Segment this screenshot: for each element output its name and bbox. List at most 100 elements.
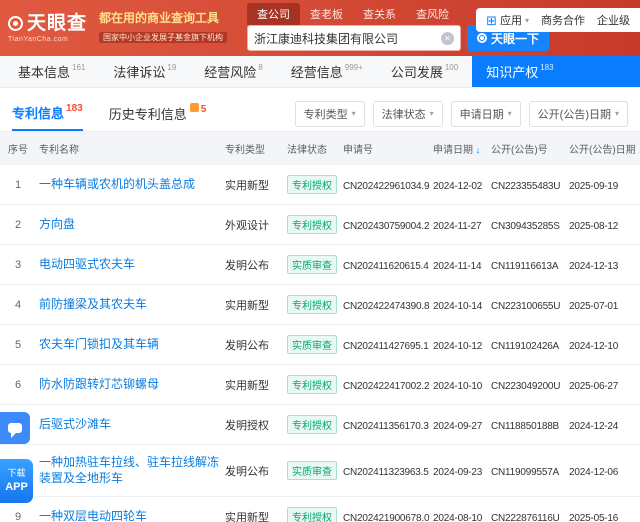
cell-pub_date: 2025-08-12 [566,205,640,245]
nav-tab-operation-info[interactable]: 经营信息 999+ [277,56,377,87]
patent-name-link[interactable]: 农夫车门锁扣及其车辆 [39,337,159,353]
cell-app_no: CN202422961034.9 [340,165,430,205]
cell-app_date: 2024-10-10 [430,365,488,405]
patent-table: 序号 专利名称 专利类型 法律状态 申请号 申请日期 ↓ 公开(公告)号 公开(… [0,132,640,522]
patent-type: 发明公布 [225,466,269,478]
application-number: CN202422474390.8 [343,301,429,312]
patent-name-link[interactable]: 防水防跟转灯芯铆螺母 [39,377,159,393]
cell-app_date: 2024-10-14 [430,285,488,325]
patent-type: 实用新型 [225,380,269,392]
cell-type: 发明授权 [222,405,284,445]
customer-service-widget[interactable] [0,412,30,444]
cell-type: 实用新型 [222,497,284,522]
tianyancha-logo[interactable]: 天眼查 TianYanCha.com [8,14,87,43]
legal-status-badge: 专利授权 [287,175,337,194]
search-box: ✕ [247,25,461,51]
cell-name: 防水防跟转灯芯铆螺母 [36,365,222,405]
application-number: CN202430759004.2 [343,221,429,232]
cell-app_no: CN202421900678.0 [340,497,430,522]
nav-tab-legal-litigation[interactable]: 法律诉讼 19 [99,56,190,87]
slogan-line1: 都在用的商业查询工具 [99,11,227,25]
header-publication-number: 公开(公告)号 [488,132,566,165]
search-tab-company[interactable]: 查公司 [247,3,300,25]
chevron-down-icon: ▾ [352,109,356,118]
header-seq: 序号 [0,132,36,165]
business-cooperation-link[interactable]: 商务合作 [541,12,585,28]
chat-icon [8,423,22,433]
tab-patent-info[interactable]: 专利信息 183 [12,96,83,131]
header-right-panel: ⊞ 应用 ▾ 商务合作 企业级 [476,8,640,32]
enterprise-link[interactable]: 企业级 [597,12,630,28]
chevron-down-icon: ▾ [508,109,512,118]
app-download-widget[interactable]: 下载 APP [0,458,34,504]
chevron-down-icon: ▾ [615,109,619,118]
cell-type: 发明公布 [222,245,284,285]
row-seq: 2 [15,219,21,231]
search-input[interactable] [254,31,441,45]
table-row: 6防水防跟转灯芯铆螺母实用新型专利授权CN202422417002.22024-… [0,365,640,405]
cell-name: 一种加热驻车拉线、驻车拉线解冻装置及全地形车 [36,445,222,497]
cell-seq: 1 [0,165,36,205]
nav-tab-basic-info[interactable]: 基本信息 161 [4,56,99,87]
cell-type: 实用新型 [222,285,284,325]
row-seq: 6 [15,379,21,391]
filter-patent-type[interactable]: 专利类型 ▾ [295,101,365,127]
patent-name-link[interactable]: 后驱式沙滩车 [39,417,111,433]
filter-publication-date[interactable]: 公开(公告)日期 ▾ [529,101,628,127]
cell-name: 农夫车门锁扣及其车辆 [36,325,222,365]
patent-type: 发明公布 [225,340,269,352]
filter-application-date[interactable]: 申请日期 ▾ [451,101,521,127]
search-tab-relation[interactable]: 查关系 [353,3,406,25]
patent-name-link[interactable]: 一种车辆或农机的机头盖总成 [39,177,195,193]
app-download-label: 下载 [7,468,25,480]
legal-status-badge: 专利授权 [287,215,337,234]
publication-number: CN119099557A [491,467,559,478]
cell-name: 电动四驱式农夫车 [36,245,222,285]
search-tab-boss[interactable]: 查老板 [300,3,353,25]
table-row: 3电动四驱式农夫车发明公布实质审查CN202411620615.42024-11… [0,245,640,285]
filter-group: 专利类型 ▾ 法律状态 ▾ 申请日期 ▾ 公开(公告)日期 ▾ [295,96,628,131]
cell-app_date: 2024-09-27 [430,405,488,445]
application-date: 2024-09-23 [433,467,482,478]
clear-icon[interactable]: ✕ [441,32,454,45]
publication-date: 2024-12-10 [569,341,618,352]
chevron-down-icon: ▾ [430,109,434,118]
table-header-row: 序号 专利名称 专利类型 法律状态 申请号 申请日期 ↓ 公开(公告)号 公开(… [0,132,640,165]
cell-pub_no: CN118850188B [488,405,566,445]
nav-tab-intellectual-property[interactable]: 知识产权 183 [472,56,640,87]
header-application-date[interactable]: 申请日期 ↓ [430,132,488,165]
cell-status: 专利授权 [284,165,340,205]
apps-menu[interactable]: ⊞ 应用 ▾ [486,12,529,28]
cell-app_no: CN202411356170.3 [340,405,430,445]
tab-history-patent-info[interactable]: 历史专利信息 5 [109,96,207,131]
table-row: 4前防撞梁及其农夫车实用新型专利授权CN202422474390.82024-1… [0,285,640,325]
row-seq: 5 [15,339,21,351]
filter-legal-status[interactable]: 法律状态 ▾ [373,101,443,127]
cell-status: 实质审查 [284,325,340,365]
history-patent-count: 5 [201,104,207,115]
legal-status-badge: 专利授权 [287,415,337,434]
cell-pub_date: 2025-06-27 [566,365,640,405]
patent-name-link[interactable]: 一种双层电动四轮车 [39,509,147,522]
cell-type: 发明公布 [222,325,284,365]
cell-seq: 4 [0,285,36,325]
publication-date: 2025-05-16 [569,513,618,522]
patent-name-link[interactable]: 方向盘 [39,217,75,233]
patent-type: 发明授权 [225,420,269,432]
application-number: CN202411620615.4 [343,261,429,272]
cell-seq: 6 [0,365,36,405]
publication-number: CN223049200U [491,381,560,392]
header-patent-type: 专利类型 [222,132,284,165]
cell-name: 前防撞梁及其农夫车 [36,285,222,325]
patent-name-link[interactable]: 前防撞梁及其农夫车 [39,297,147,313]
patent-name-link[interactable]: 电动四驱式农夫车 [39,257,135,273]
publication-date: 2024-12-13 [569,261,618,272]
search-tab-risk[interactable]: 查风险 [406,3,459,25]
patent-type: 外观设计 [225,220,269,232]
header-publication-date[interactable]: 公开(公告)日期 ↓ [566,132,640,165]
nav-tab-operation-risk[interactable]: 经营风险 8 [190,56,276,87]
application-number: CN202411323963.5 [343,467,429,478]
cell-seq: 5 [0,325,36,365]
patent-name-link[interactable]: 一种加热驻车拉线、驻车拉线解冻装置及全地形车 [39,455,219,486]
nav-tab-company-development[interactable]: 公司发展 100 [377,56,472,87]
